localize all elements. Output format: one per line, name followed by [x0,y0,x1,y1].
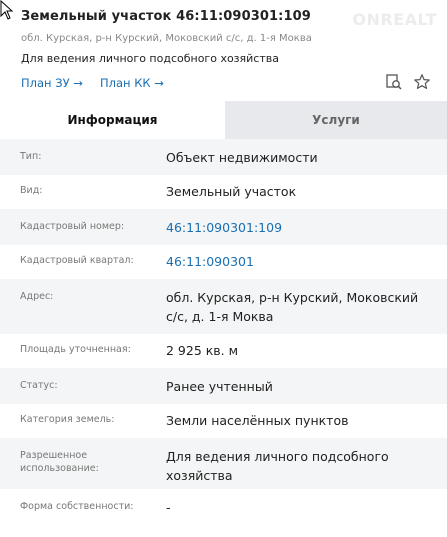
mouse-cursor-icon [0,0,14,20]
detail-label: Кадастровый квартал: [20,255,134,266]
plan-kk-link[interactable]: План КК → [100,76,164,90]
detail-value: обл. Курская, р-н Курский, Моковский с/с… [166,290,419,324]
header-address: обл. Курская, р-н Курский, Моковский с/с… [21,33,312,44]
detail-label: Форма собственности: [20,501,134,512]
detail-label: Вид: [20,185,43,196]
watermark-logo: ONREALT [352,10,437,29]
detail-row-land-category: Категория земель: Земли населённых пункт… [0,404,447,438]
object-header: Земельный участок 46:11:090301:109 ONREA… [0,0,447,100]
search-document-icon[interactable] [385,73,403,91]
detail-value: Ранее учтенный [166,379,273,394]
detail-value: Для ведения личного подсобного хозяйства [166,449,389,483]
detail-value: 2 925 кв. м [166,343,239,358]
detail-row-permitted-use: Разрешенное использование: Для ведения л… [0,438,447,489]
detail-value: Объект недвижимости [166,150,318,165]
tab-services[interactable]: Услуги [225,101,447,139]
detail-value: Земельный участок [166,184,297,199]
detail-row-ownership: Форма собственности: - [0,489,447,529]
star-icon[interactable] [413,73,431,91]
detail-row-address: Адрес: обл. Курская, р-н Курский, Моковс… [0,279,447,334]
header-purpose: Для ведения личного подсобного хозяйства [21,52,279,65]
detail-label: Тип: [20,151,42,162]
detail-label: Статус: [20,380,58,391]
detail-label: Кадастровый номер: [20,221,125,232]
cadastral-number-link[interactable]: 46:11:090301:109 [166,218,427,245]
detail-row-cadastral-quarter: Кадастровый квартал: 46:11:090301 [0,245,447,279]
detail-row-area: Площадь уточненная: 2 925 кв. м [0,334,447,368]
detail-label: Площадь уточненная: [20,344,131,355]
detail-row-type: Тип: Объект недвижимости [0,139,447,175]
detail-value: - [166,500,171,515]
cadastral-quarter-link[interactable]: 46:11:090301 [166,252,427,279]
property-details-list: Тип: Объект недвижимости Вид: Земельный … [0,139,447,529]
detail-label: Разрешенное использование: [20,450,99,474]
detail-row-kind: Вид: Земельный участок [0,175,447,209]
detail-value: Земли населённых пунктов [166,413,349,428]
tab-bar: Информация Услуги [0,101,447,139]
detail-label: Адрес: [20,291,54,302]
detail-row-status: Статус: Ранее учтенный [0,368,447,404]
detail-label: Категория земель: [20,414,115,425]
detail-row-cadastral-number: Кадастровый номер: 46:11:090301:109 [0,209,447,245]
plan-zu-link[interactable]: План ЗУ → [21,76,83,90]
tab-information[interactable]: Информация [0,101,225,139]
page-title: Земельный участок 46:11:090301:109 [21,9,311,24]
